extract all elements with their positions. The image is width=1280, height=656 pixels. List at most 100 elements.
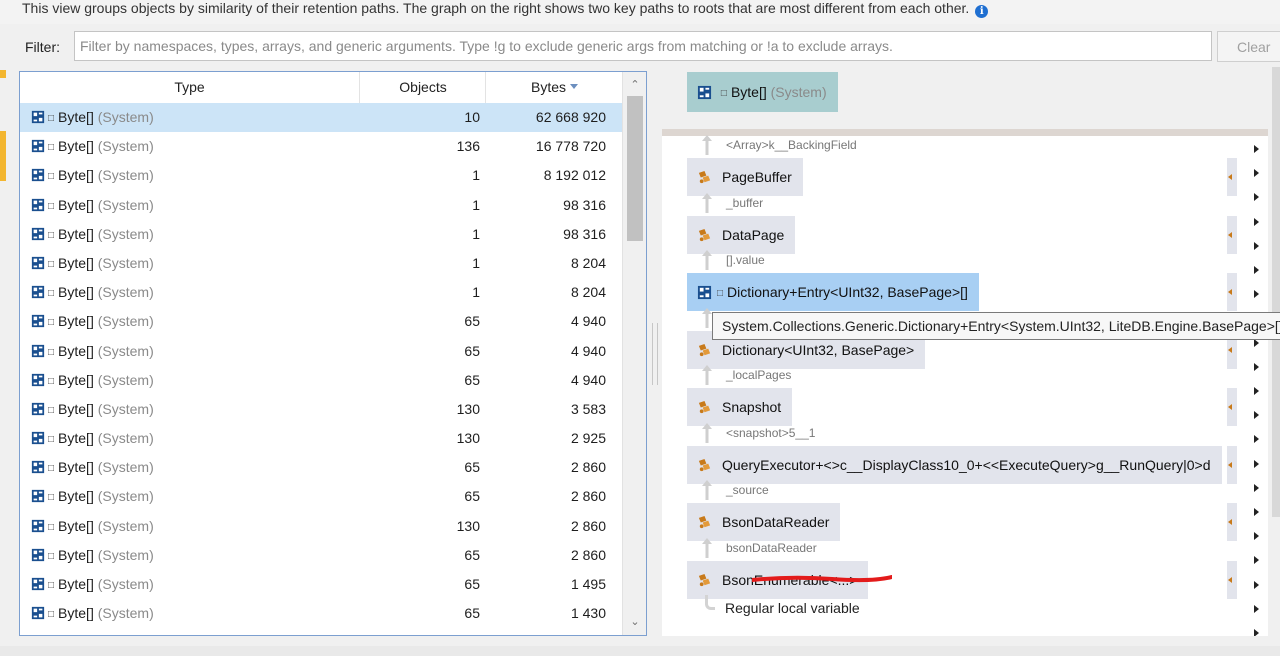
column-header-type[interactable]: Type [20,72,360,103]
graph-root-node[interactable]: □ Byte[] (System) [687,72,838,112]
table-row[interactable]: □ Byte[] (System) 130 2 925 [20,424,622,453]
table-row[interactable]: □ Byte[] (System) 65 4 940 [20,307,622,336]
expand-right-icon[interactable] [1254,459,1259,468]
table-row[interactable]: □ Byte[] (System) 1 8 204 [20,278,622,307]
type-namespace: (System) [97,430,154,447]
clear-button[interactable]: Clear [1217,31,1280,62]
expand-right-icon[interactable] [1254,629,1259,636]
cell-type: □ Byte[] (System) [31,103,154,133]
scroll-thumb[interactable] [627,96,643,241]
graph-scroll-thumb[interactable] [1272,67,1280,517]
type-name: Byte[] [58,400,94,417]
edge-label: [].value [726,253,765,267]
expand-right-icon[interactable] [1254,508,1259,516]
table-row[interactable]: □ Byte[] (System) 65 1 495 [20,570,622,599]
cell-objects: 65 [464,342,480,359]
table-row[interactable]: □ Byte[] (System) 65 4 940 [20,337,622,366]
cell-objects: 1 [472,196,480,213]
column-header-objects[interactable]: Objects [361,72,486,103]
column-header-bytes[interactable]: Bytes [487,72,622,103]
type-namespace: (System) [97,371,154,388]
cell-bytes: 2 860 [570,517,606,534]
table-row[interactable]: □ Byte[] (System) 65 2 860 [20,482,622,511]
table-row[interactable]: □ Byte[] (System) 65 4 940 [20,366,622,395]
cell-bytes: 2 860 [570,546,606,563]
side-indicator [0,70,6,78]
expand-right-icon[interactable] [1254,435,1259,444]
cell-bytes: 8 192 012 [543,167,606,184]
panel-splitter[interactable] [652,323,658,385]
table-header: Type Objects Bytes [20,72,622,103]
expand-right-icon[interactable] [1254,169,1259,178]
type-name: Byte[] [58,605,94,622]
table-row[interactable]: □ Byte[] (System) 65 2 860 [20,453,622,482]
cell-type: □ Byte[] (System) [31,424,154,454]
class-icon [697,227,722,243]
graph-node[interactable]: PageBuffer [687,158,803,196]
table-row[interactable]: □ Byte[] (System) 1 8 192 012 [20,161,622,190]
type-namespace: (System) [97,342,154,359]
cell-bytes: 8 204 [570,254,606,271]
type-name: Byte[] [58,254,94,271]
cell-type: □ Byte[] (System) [31,191,154,221]
cell-bytes: 4 940 [570,313,606,330]
scroll-down-arrow-icon[interactable]: ⌄ [623,613,646,631]
cell-objects: 10 [464,109,480,125]
table-row[interactable]: □ Byte[] (System) 1 8 204 [20,249,622,278]
expand-right-icon[interactable] [1254,290,1259,299]
graph-node[interactable]: Snapshot [687,388,793,426]
pinned-glyph-icon: □ [48,375,55,387]
table-row[interactable]: □ Byte[] (System) 10 62 668 920 [20,103,622,133]
cell-objects: 1 [472,225,480,242]
expand-right-icon[interactable] [1254,145,1259,153]
expand-right-icon[interactable] [1254,411,1259,420]
graph-scrollbar[interactable] [1270,67,1280,636]
expand-right-icon[interactable] [1254,387,1259,395]
expand-right-icon[interactable] [1254,362,1259,371]
graph-node-label: DataPage [722,226,785,243]
expand-right-icon[interactable] [1254,241,1259,250]
table-row[interactable]: □ Byte[] (System) 130 3 583 [20,395,622,424]
connector-tick-icon [1228,404,1232,410]
graph-node[interactable]: DataPage [687,215,796,254]
scroll-up-arrow-icon[interactable]: ⌃ [623,76,646,94]
type-namespace: (System) [97,138,154,155]
expand-right-icon[interactable] [1254,604,1259,613]
info-icon[interactable]: i [975,5,989,18]
graph-node[interactable]: □ Dictionary+Entry<UInt32, BasePage>[] [687,273,979,311]
side-indicator [0,131,6,181]
type-name: Byte[] [58,225,94,242]
table-row[interactable]: □ Byte[] (System) 1 98 316 [20,191,622,220]
info-text: This view groups objects by similarity o… [22,0,970,16]
cell-objects: 65 [464,488,480,505]
cell-type: □ Byte[] (System) [31,541,154,571]
graph-node[interactable]: BsonDataReader [687,503,841,541]
table-row[interactable]: □ Byte[] (System) 1 98 316 [20,220,622,249]
expand-right-icon[interactable] [1254,556,1259,565]
expand-right-icon[interactable] [1254,193,1259,202]
filter-input[interactable] [74,31,1212,61]
graph-node-label: BsonDataReader [722,514,830,530]
array-type-icon [31,109,45,125]
pinned-glyph-icon: □ [48,317,55,329]
expand-right-icon[interactable] [1254,266,1259,274]
expand-right-icon[interactable] [1254,532,1259,541]
table-row[interactable]: □ Byte[] (System) 65 2 860 [20,541,622,570]
class-icon [697,457,722,473]
type-namespace: (System) [97,576,154,592]
class-icon [697,514,722,530]
graph-node[interactable]: QueryExecutor+<>c__DisplayClass10_0+<<Ex… [687,445,1222,484]
table-row[interactable]: □ Byte[] (System) 65 1 430 [20,599,622,628]
table-row[interactable]: □ Byte[] (System) 130 2 860 [20,512,622,541]
expand-right-icon[interactable] [1254,483,1259,492]
type-name: Byte[] [58,313,94,330]
pinned-glyph-icon: □ [48,404,55,416]
edge-up-arrow-icon [702,135,712,155]
cell-type: □ Byte[] (System) [31,599,154,629]
pinned-glyph-icon: □ [48,142,55,154]
table-row[interactable]: □ Byte[] (System) 136 16 778 720 [20,132,622,161]
expand-right-icon[interactable] [1254,580,1259,589]
array-type-icon [31,605,45,621]
expand-right-icon[interactable] [1254,217,1259,226]
table-scrollbar[interactable]: ⌃ ⌄ [622,72,646,635]
